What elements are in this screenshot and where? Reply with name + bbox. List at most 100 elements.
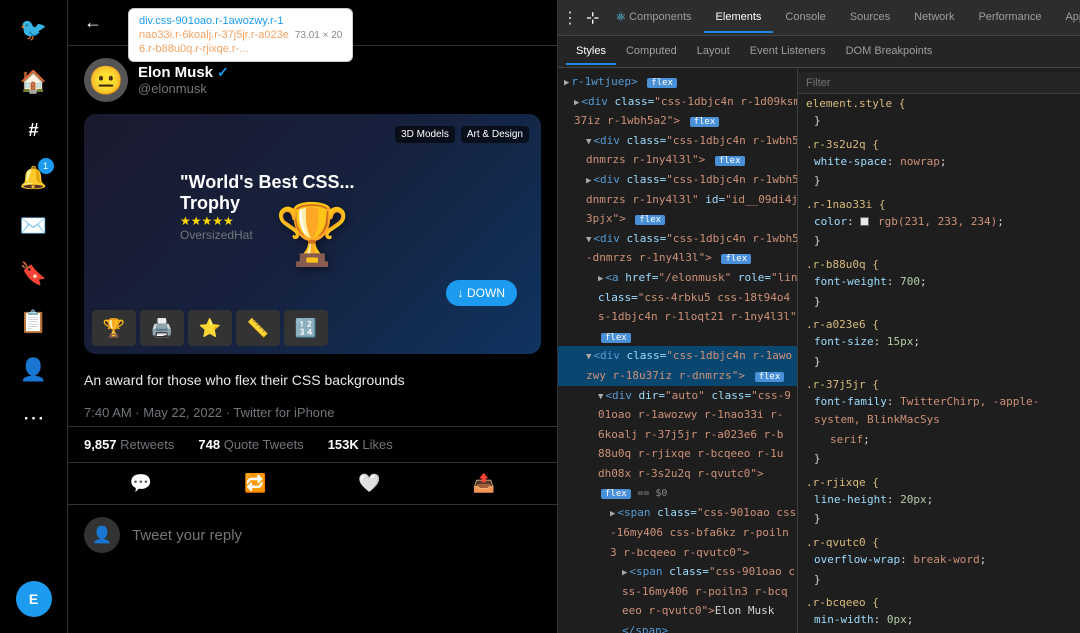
download-button[interactable]: ↓ DOWN (446, 280, 517, 306)
html-line[interactable]: ▶<div class="css-1dbjc4n r-1wbh5a2 r- (558, 170, 797, 190)
reply-avatar: 👤 (84, 517, 120, 553)
user-info: Elon Musk ✓ @elonmusk (138, 64, 229, 96)
html-line[interactable]: -dnmrzs r-1ny4l3l"> flex (558, 248, 797, 268)
label-3d-models: 3D Models (395, 126, 455, 143)
html-line[interactable]: 01oao r-1awozwy r-1nao33i r- (558, 405, 797, 425)
html-line[interactable]: ▼<div dir="auto" class="css-9 (558, 386, 797, 406)
sidebar-item-home[interactable]: 🏠 (12, 60, 56, 104)
retweet-count: 9,857 Retweets (84, 437, 174, 452)
html-line[interactable]: dnmrzs r-1ny4l3l"> flex (558, 150, 797, 170)
label-art-design: Art & Design (461, 126, 529, 143)
tooltip-line2: nao33i.r-6koalj.r-37j5jr.r-a023e (139, 29, 289, 41)
sidebar-item-messages[interactable]: ✉️ (12, 204, 56, 248)
html-line-selected[interactable]: ▼<div class="css-1dbjc4n r-1awo (558, 346, 797, 366)
tweet-image-area: 3D Models Art & Design 🏆 "World's Best C… (68, 114, 557, 362)
html-line[interactable]: flex == $0 (558, 483, 797, 503)
tab-application[interactable]: Application (1053, 3, 1080, 33)
notification-badge: 1 (38, 158, 54, 174)
subtab-layout[interactable]: Layout (687, 39, 740, 65)
subtab-event-listeners[interactable]: Event Listeners (740, 39, 836, 65)
html-line[interactable]: ▼<div class="css-1dbjc4n r-1wbh5a2 r- (558, 131, 797, 151)
css-property-line: min-width: 0px; (798, 610, 1080, 630)
html-panel: ▶r-1wtjuep> flex ▶<div class="css-1dbjc4… (558, 68, 798, 633)
sidebar-item-notifications[interactable]: 🔔 1 (12, 156, 56, 200)
sidebar-item-explore[interactable]: # (12, 108, 56, 152)
html-line[interactable]: dh08x r-3s2u2q r-qvutc0"> (558, 464, 797, 484)
user-handle: @elonmusk (138, 81, 229, 96)
reply-action[interactable]: 💬 (130, 473, 152, 494)
tweet-time: 7:40 AM · May 22, 2022 · Twitter for iPh… (68, 399, 557, 427)
tab-network[interactable]: Network (902, 3, 966, 33)
share-action[interactable]: 📤 (473, 473, 495, 494)
css-closing-brace: } (798, 292, 1080, 312)
html-line[interactable]: 37iz r-1wbh5a2"> flex (558, 111, 797, 131)
html-line-selected[interactable]: zwy r-18u37iz r-dnmrzs"> flex (558, 366, 797, 386)
html-line[interactable]: ▶r-1wtjuep> flex (558, 72, 797, 92)
user-avatar[interactable]: E (16, 581, 52, 617)
css-selector: .r-a023e6 { (798, 315, 1080, 332)
sidebar-item-lists[interactable]: 📋 (12, 300, 56, 344)
sidebar-item-more[interactable]: ⋯ (12, 396, 56, 440)
html-line[interactable]: 88u0q r-rjixqe r-bcqeeo r-1u (558, 444, 797, 464)
color-swatch[interactable] (860, 217, 869, 226)
html-line[interactable]: ▶<span class="css-901oao c (558, 562, 797, 582)
html-line[interactable]: </span> (558, 621, 797, 633)
tweet-actions: 💬 🔁 🤍 📤 (68, 463, 557, 505)
devtools-panel: ⋮ ⊹ ⚛ Components Elements Console Source… (558, 0, 1080, 633)
css-filter-input[interactable] (806, 77, 1072, 89)
css-rule-r-3s2u2q: .r-3s2u2q { white-space: nowrap; } (798, 135, 1080, 191)
tweet-product-title: "World's Best CSS...Trophy (180, 172, 355, 214)
tab-components[interactable]: ⚛ Components (603, 2, 703, 34)
reply-input[interactable]: Tweet your reply (132, 527, 242, 544)
reply-area: 👤 Tweet your reply (68, 505, 557, 565)
quote-tweet-count: 748 Quote Tweets (198, 437, 303, 452)
sidebar-item-bookmarks[interactable]: 🔖 (12, 252, 56, 296)
subtab-dom-breakpoints[interactable]: DOM Breakpoints (836, 39, 943, 65)
sidebar-item-profile[interactable]: 👤 (12, 348, 56, 392)
css-property-line: font-size: 15px; (798, 332, 1080, 352)
devtools-menu-icon[interactable]: ⋮ (562, 4, 578, 32)
css-rule-r-bcqeeo: .r-bcqeeo { min-width: 0px; } (798, 593, 1080, 633)
subtab-computed[interactable]: Computed (616, 39, 687, 65)
subtab-styles[interactable]: Styles (566, 39, 616, 65)
html-line[interactable]: ▶<a href="/elonmusk" role="link" (558, 268, 797, 288)
twitter-sidebar: 🐦 🏠 # 🔔 1 ✉️ 🔖 📋 👤 ⋯ E (0, 0, 68, 633)
css-selector: .r-bcqeeo { (798, 593, 1080, 610)
back-button[interactable]: ← (84, 12, 102, 33)
html-line[interactable]: class="css-4rbku5 css-18t94o4 cs (558, 288, 797, 308)
css-property-line: color: rgb(231, 233, 234); (798, 212, 1080, 232)
user-name: Elon Musk ✓ (138, 64, 229, 81)
tab-sources[interactable]: Sources (838, 3, 902, 33)
css-closing-brace: } (798, 171, 1080, 191)
devtools-cursor-icon[interactable]: ⊹ (586, 4, 599, 32)
css-closing-brace: } (798, 570, 1080, 590)
tab-console[interactable]: Console (773, 3, 837, 33)
html-line[interactable]: s-1dbjc4n r-1loqt21 r-1ny4l3l"> (558, 307, 797, 327)
tooltip-element-name: div.css-901oao.r-1awozwy.r-1 (139, 15, 283, 27)
thumb-5: 🔢 (284, 310, 328, 346)
html-line[interactable]: ▶<div class="css-1dbjc4n r-1d09ksm r-18u (558, 92, 797, 112)
html-line[interactable]: ▶<span class="css-901oao css- (558, 503, 797, 523)
html-line[interactable]: -16my406 css-bfa6kz r-poiln (558, 523, 797, 543)
html-line[interactable]: ss-16my406 r-poiln3 r-bcq (558, 582, 797, 602)
html-line[interactable]: 3 r-bcqeeo r-qvutc0"> (558, 543, 797, 563)
html-line[interactable]: 6koalj r-37j5jr r-a023e6 r-b (558, 425, 797, 445)
thumb-1: 🏆 (92, 310, 136, 346)
css-selector: .r-1nao33i { (798, 195, 1080, 212)
tab-performance[interactable]: Performance (966, 3, 1053, 33)
css-rule-r-b88u0q: .r-b88u0q { font-weight: 700; } (798, 255, 1080, 311)
html-line[interactable]: eeo r-qvutc0">Elon Musk (558, 601, 797, 621)
twitter-logo-icon[interactable]: 🐦 (12, 8, 56, 52)
css-rule-r-37j5jr: .r-37j5jr { font-family: TwitterChirp, -… (798, 375, 1080, 468)
css-rule-r-rjixqe: .r-rjixqe { line-height: 20px; } (798, 473, 1080, 529)
like-action[interactable]: 🤍 (358, 473, 380, 494)
tab-elements[interactable]: Elements (704, 3, 774, 33)
tweet-user-avatar[interactable]: 😐 (84, 58, 128, 102)
html-line[interactable]: flex (558, 327, 797, 347)
retweet-action[interactable]: 🔁 (244, 473, 266, 494)
html-line[interactable]: ▼<div class="css-1dbjc4n r-1wbh5a2 (558, 229, 797, 249)
css-closing-brace: } (798, 111, 1080, 131)
html-line[interactable]: dnmrzs r-1ny4l3l" id="id__09di4jjg (558, 190, 797, 210)
html-line[interactable]: 3pjx"> flex (558, 209, 797, 229)
css-selector: element.style { (798, 94, 1080, 111)
